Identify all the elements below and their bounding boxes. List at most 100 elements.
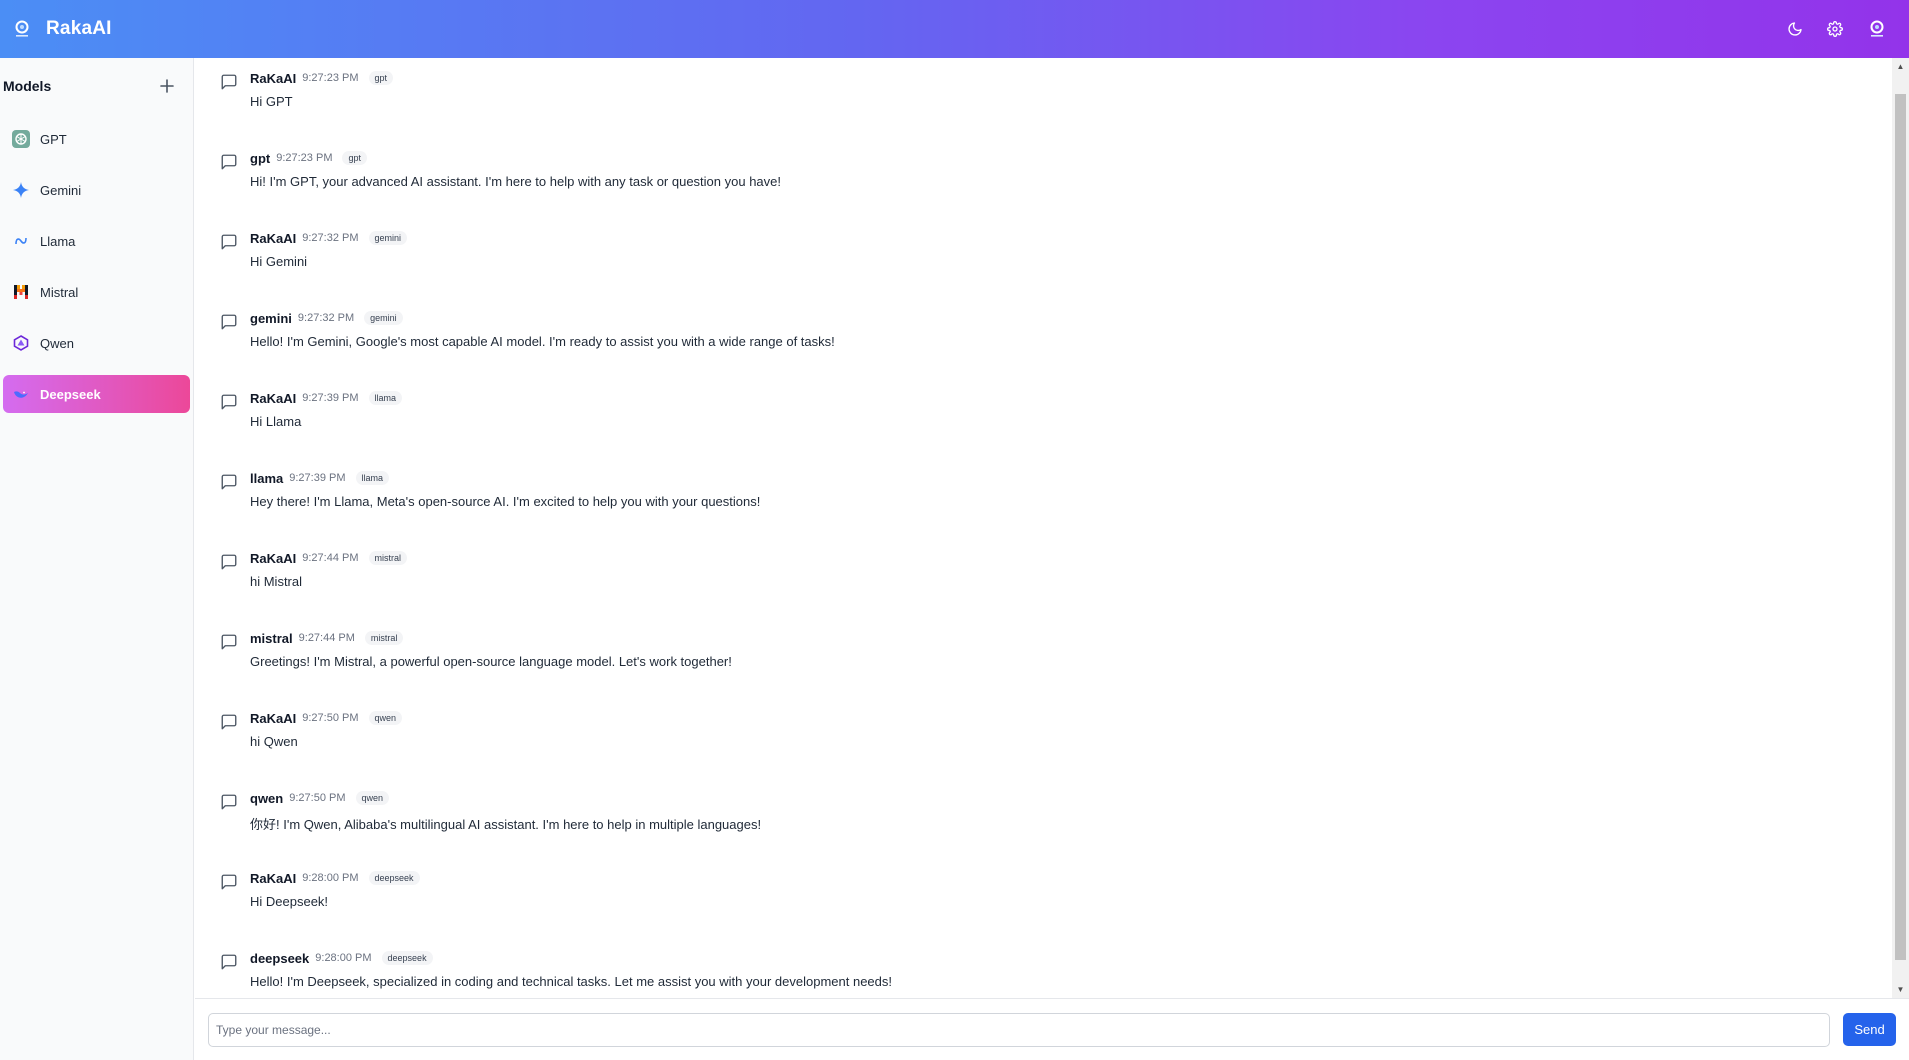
- message-bubble-icon[interactable]: [220, 553, 238, 571]
- message-text: Hello! I'm Deepseek, specialized in codi…: [250, 974, 892, 989]
- add-model-button[interactable]: [159, 78, 175, 94]
- message-author: mistral: [250, 630, 293, 646]
- scroll-up-icon[interactable]: ▲: [1892, 58, 1909, 75]
- message-input[interactable]: [208, 1012, 1830, 1047]
- message-bubble-icon[interactable]: [220, 153, 238, 171]
- message-meta: llama 9:27:39 PM llama: [250, 466, 760, 490]
- sidebar-item-qwen[interactable]: Qwen: [3, 324, 190, 362]
- message-bubble-icon[interactable]: [220, 873, 238, 891]
- composer: Send: [195, 998, 1909, 1060]
- chat-message: mistral 9:27:44 PM mistral Greetings! I'm M…: [195, 626, 1889, 706]
- message-body: qwen 9:27:50 PM qwen 你好! I'm Qwen, Alibaba'…: [250, 786, 761, 866]
- message-body: RaKaAI 9:27:32 PM gemini Hi Gemini: [250, 226, 408, 306]
- message-timestamp: 9:27:44 PM: [298, 632, 355, 644]
- model-tag-badge: llama: [368, 391, 403, 405]
- message-timestamp: 9:27:50 PM: [289, 792, 346, 804]
- message-meta: RaKaAI 9:27:44 PM mistral: [250, 546, 408, 570]
- message-meta: RaKaAI 9:28:00 PM deepseek: [250, 866, 420, 890]
- qwen-icon: [12, 334, 30, 352]
- theme-toggle-button[interactable]: [1775, 9, 1815, 49]
- chat-message: RaKaAI 9:27:39 PM llama Hi Llama: [195, 386, 1889, 466]
- model-tag-badge: llama: [355, 471, 390, 485]
- message-timestamp: 9:27:50 PM: [302, 712, 359, 724]
- message-timestamp: 9:27:32 PM: [297, 312, 355, 324]
- message-bubble-icon[interactable]: [220, 633, 238, 651]
- model-tag-badge: gpt: [368, 71, 394, 85]
- message-bubble-icon[interactable]: [220, 313, 238, 331]
- message-bubble-icon[interactable]: [220, 793, 238, 811]
- message-author: RaKaAI: [250, 710, 297, 726]
- chat-message: qwen 9:27:50 PM qwen 你好! I'm Qwen, Alibaba'…: [195, 786, 1889, 866]
- message-author: RaKaAI: [250, 70, 297, 86]
- chat-scrollbar[interactable]: ▲ ▼: [1892, 58, 1909, 998]
- message-body: RaKaAI 9:27:44 PM mistral hi Mistral: [250, 546, 408, 626]
- message-bubble-icon[interactable]: [220, 473, 238, 491]
- gear-icon: [1827, 21, 1843, 37]
- message-meta: RaKaAI 9:27:50 PM qwen: [250, 706, 403, 730]
- message-text: Greetings! I'm Mistral, a powerful open-…: [250, 654, 732, 669]
- mistral-icon: [12, 283, 30, 301]
- top-header: RakaAI: [0, 0, 1909, 58]
- message-author: gemini: [250, 310, 292, 326]
- message-timestamp: 9:28:00 PM: [302, 872, 359, 884]
- message-timestamp: 9:27:39 PM: [302, 392, 359, 404]
- sidebar-item-label: Qwen: [40, 335, 74, 351]
- message-text: hi Mistral: [250, 574, 303, 589]
- message-text: Hi Deepseek!: [250, 894, 329, 909]
- model-tag-badge: mistral: [368, 551, 408, 565]
- plus-icon: [160, 79, 174, 93]
- model-tag-badge: gemini: [368, 231, 408, 245]
- scroll-thumb[interactable]: [1895, 94, 1906, 960]
- chat-message: llama 9:27:39 PM llama Hey there! I'm Llama…: [195, 466, 1889, 546]
- chat-message: RaKaAI 9:27:32 PM gemini Hi Gemini: [195, 226, 1889, 306]
- message-text: Hi GPT: [250, 94, 293, 109]
- message-bubble-icon[interactable]: [220, 233, 238, 251]
- sidebar-item-gemini[interactable]: Gemini: [3, 171, 190, 209]
- message-body: RaKaAI 9:27:39 PM llama Hi Llama: [250, 386, 403, 466]
- user-avatar[interactable]: [1857, 9, 1897, 49]
- model-tag-badge: deepseek: [381, 951, 433, 965]
- chat-message: RaKaAI 9:27:50 PM qwen hi Qwen: [195, 706, 1889, 786]
- brand[interactable]: RakaAI: [12, 18, 112, 40]
- message-author: RaKaAI: [250, 870, 297, 886]
- sidebar-item-mistral[interactable]: Mistral: [3, 273, 190, 311]
- sidebar-item-gpt[interactable]: GPT: [3, 120, 190, 158]
- sidebar-item-llama[interactable]: Llama: [3, 222, 190, 260]
- message-bubble-icon[interactable]: [220, 713, 238, 731]
- sidebar-item-label: GPT: [40, 131, 67, 147]
- message-text: Hey there! I'm Llama, Meta's open-source…: [250, 494, 761, 509]
- message-body: RaKaAI 9:27:50 PM qwen hi Qwen: [250, 706, 403, 786]
- chat-message: RaKaAI 9:27:23 PM gpt Hi GPT: [195, 66, 1889, 146]
- message-body: llama 9:27:39 PM llama Hey there! I'm Llama…: [250, 466, 760, 546]
- chat-message: gemini 9:27:32 PM gemini Hello! I'm Gemini,…: [195, 306, 1889, 386]
- message-bubble-icon[interactable]: [220, 393, 238, 411]
- avatar-logo-icon: [1870, 20, 1884, 37]
- message-text: Hi! I'm GPT, your advanced AI assistant.…: [250, 174, 782, 189]
- moon-icon: [1788, 22, 1802, 36]
- scroll-down-icon[interactable]: ▼: [1892, 981, 1909, 998]
- model-tag-badge: mistral: [364, 631, 404, 645]
- message-timestamp: 9:27:44 PM: [302, 552, 359, 564]
- meta-llama-icon: [12, 232, 30, 250]
- message-bubble-icon[interactable]: [220, 73, 238, 91]
- message-timestamp: 9:27:32 PM: [302, 232, 359, 244]
- message-meta: gpt 9:27:23 PM gpt: [250, 146, 781, 170]
- message-text: Hello! I'm Gemini, Google's most capable…: [250, 334, 835, 349]
- model-tag-badge: qwen: [355, 791, 390, 805]
- chat-panel: RaKaAI 9:27:23 PM gpt Hi GPT gpt 9:27:23 PM gp…: [195, 58, 1909, 998]
- message-meta: deepseek 9:28:00 PM deepseek: [250, 946, 892, 970]
- chat-message: gpt 9:27:23 PM gpt Hi! I'm GPT, your advanc…: [195, 146, 1889, 226]
- message-body: RaKaAI 9:27:23 PM gpt Hi GPT: [250, 66, 394, 146]
- message-bubble-icon[interactable]: [220, 953, 238, 971]
- chat-message: RaKaAI 9:27:44 PM mistral hi Mistral: [195, 546, 1889, 626]
- model-tag-badge: gpt: [342, 151, 367, 165]
- sidebar-item-deepseek[interactable]: Deepseek: [3, 375, 190, 413]
- message-author: llama: [250, 470, 284, 486]
- message-timestamp: 9:27:39 PM: [289, 472, 346, 484]
- settings-button[interactable]: [1815, 9, 1855, 49]
- message-author: RaKaAI: [250, 230, 297, 246]
- message-meta: qwen 9:27:50 PM qwen: [250, 786, 761, 810]
- message-timestamp: 9:27:23 PM: [276, 152, 333, 164]
- message-timestamp: 9:28:00 PM: [315, 952, 372, 964]
- send-button[interactable]: Send: [1843, 1013, 1896, 1046]
